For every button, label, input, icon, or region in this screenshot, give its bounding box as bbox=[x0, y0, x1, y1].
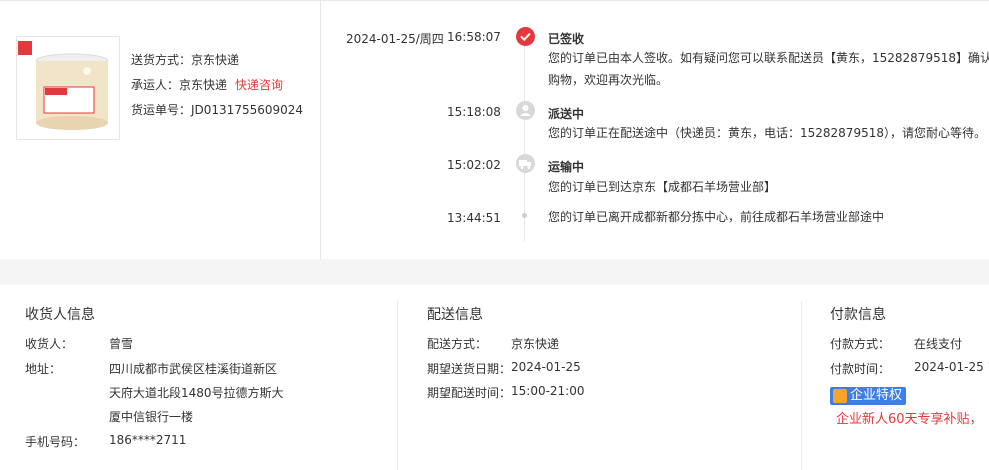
timeline-line bbox=[524, 45, 525, 241]
event-title: 运输中 bbox=[548, 160, 585, 174]
enterprise-badge-label: 企业特权 bbox=[850, 388, 903, 403]
expected-date: 2024-01-25 bbox=[511, 360, 581, 374]
event-time: 13:44:51 bbox=[447, 211, 501, 225]
event-desc: 您的订单已到达京东【成都石羊场营业部】 bbox=[548, 180, 777, 194]
event-desc: 您的订单已离开成都新都分拣中心，前往成都石羊场营业部途中 bbox=[548, 210, 885, 224]
timeline-dot bbox=[522, 213, 527, 218]
truck-icon bbox=[516, 154, 535, 173]
payment-method-label: 付款方式： bbox=[830, 337, 891, 351]
carrier-label: 承运人：京东快递 bbox=[131, 78, 228, 92]
receiver-name-label: 收货人： bbox=[25, 337, 74, 351]
courier-icon bbox=[516, 101, 535, 120]
carrier-row: 承运人：京东快递 快递咨询 bbox=[131, 76, 283, 93]
product-image-icon bbox=[17, 37, 119, 139]
receiver-address-label: 地址： bbox=[25, 362, 62, 376]
payment-time-label: 付款时间： bbox=[830, 362, 891, 376]
event-time: 16:58:07 bbox=[447, 30, 501, 44]
payment-title: 付款信息 bbox=[830, 307, 886, 323]
enterprise-promo-link[interactable]: 企业新人60天专享补贴， bbox=[836, 408, 983, 427]
event-time: 15:18:08 bbox=[447, 105, 501, 119]
delivery-title: 配送信息 bbox=[427, 307, 483, 323]
event-desc-cont: 购物，欢迎再次光临。 bbox=[548, 73, 669, 87]
expected-time: 15:00-21:00 bbox=[511, 384, 585, 398]
check-icon bbox=[516, 27, 535, 46]
enterprise-badge[interactable]: 企业特权 bbox=[830, 387, 907, 405]
gift-icon bbox=[833, 389, 847, 403]
order-info-panel: 收货人信息 收货人： 曾雪 地址： 四川成都市武侯区桂溪街道新区 天府大道北段1… bbox=[0, 285, 989, 470]
delivery-method: 京东快递 bbox=[511, 337, 560, 351]
expected-date-label: 期望送货日期： bbox=[427, 362, 512, 376]
receiver-phone-label: 手机号码： bbox=[25, 435, 86, 449]
section-divider bbox=[801, 301, 802, 470]
carrier-consult-link[interactable]: 快递咨询 bbox=[235, 78, 283, 92]
ship-method: 送货方式：京东快递 bbox=[131, 53, 240, 67]
event-title: 派送中 bbox=[548, 107, 585, 121]
expected-time-label: 期望配送时间： bbox=[427, 386, 512, 400]
product-thumbnail[interactable] bbox=[16, 36, 120, 140]
receiver-phone: 186****2711 bbox=[109, 433, 187, 447]
section-divider bbox=[397, 301, 398, 470]
receiver-address-line: 厦中信银行一楼 bbox=[109, 410, 194, 424]
waybill-number: 货运单号：JD0131755609024 bbox=[131, 103, 304, 117]
event-time: 15:02:02 bbox=[447, 158, 501, 172]
receiver-address-line: 天府大道北段1480号拉德方斯大 bbox=[109, 386, 284, 400]
event-desc: 您的订单已由本人签收。如有疑问您可以联系配送员【黄东，15282879518】确… bbox=[548, 51, 989, 65]
receiver-address-line: 四川成都市武侯区桂溪街道新区 bbox=[109, 362, 278, 376]
event-desc: 您的订单正在配送途中（快递员：黄东，电话：15282879518），请您耐心等待… bbox=[548, 126, 986, 140]
receiver-name: 曾雪 bbox=[109, 337, 134, 351]
delivery-method-label: 配送方式： bbox=[427, 337, 488, 351]
timeline-date: 2024-01-25/周四 bbox=[346, 32, 444, 46]
payment-time: 2024-01-25 10 bbox=[914, 360, 989, 374]
receiver-title: 收货人信息 bbox=[25, 307, 95, 323]
event-title: 已签收 bbox=[548, 32, 585, 46]
payment-method: 在线支付 bbox=[914, 337, 963, 351]
package-summary: 送货方式：京东快递 承运人：京东快递 快递咨询 货运单号：JD0131755609… bbox=[0, 1, 321, 260]
order-tracking-panel: 送货方式：京东快递 承运人：京东快递 快递咨询 货运单号：JD0131755609… bbox=[0, 0, 989, 260]
